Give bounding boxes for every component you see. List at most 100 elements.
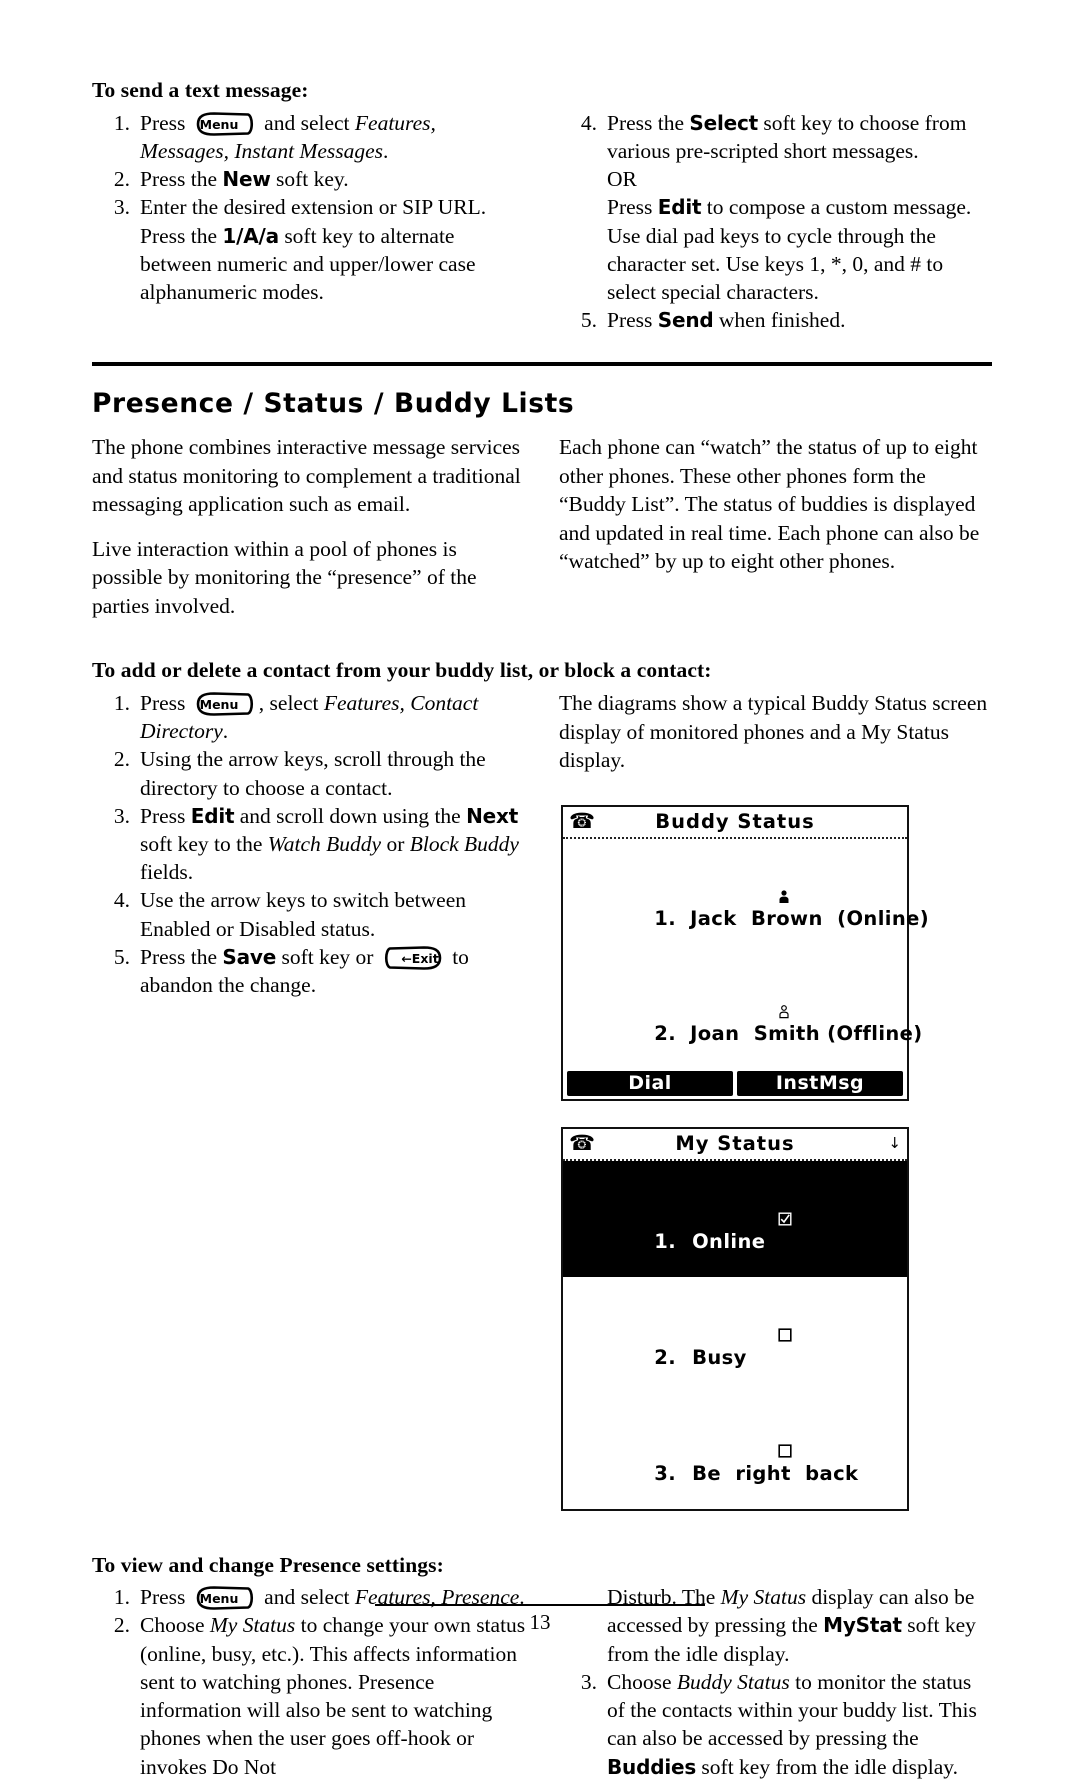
lcd-row-index: 1. (654, 906, 677, 930)
step-text-post: to change your own status (online, busy,… (140, 1613, 526, 1779)
list-item: 2. Press the New soft key. (92, 165, 529, 193)
step-text-italic: Buddy Status (676, 1669, 790, 1694)
softkey-instmsg[interactable]: InstMsg (737, 1070, 903, 1096)
page-title: Presence / Status / Buddy Lists (92, 388, 575, 420)
lcd-title-label: Buddy Status (655, 810, 815, 834)
step-text-mid2: or (381, 832, 410, 857)
paragraph: Each phone can “watch” the status of up … (559, 435, 980, 574)
lcd-list-item[interactable]: 3. Be right back (563, 1393, 907, 1509)
page-footer: 13 (0, 1604, 1080, 1635)
list-item: 3. Press Edit and scroll down using the N… (92, 802, 529, 887)
checkbox-checked-icon (677, 1185, 792, 1226)
step-text-italic-2: Block Buddy (409, 832, 519, 857)
step-text-post: soft key. (270, 167, 349, 192)
softkey-dial[interactable]: Dial (567, 1070, 733, 1096)
list-number: 5. (113, 944, 130, 969)
steps-list-add-delete-contact: 1. Press Menu , select Features, Contact … (92, 689, 529, 999)
list-number: 2. (113, 747, 130, 772)
step-text-pre: Press (140, 110, 191, 135)
column-gutter (529, 433, 559, 620)
svg-text:Menu: Menu (199, 117, 238, 132)
section-presence-settings: To view and change Presence settings: 1.… (92, 1553, 992, 1781)
list-number: 2. (113, 167, 130, 192)
scroll-down-arrow-icon[interactable]: ↓ (888, 1136, 901, 1151)
column-gutter (529, 689, 559, 1511)
left-column: 1. Press Menu and select Features, Messag… (92, 109, 529, 335)
list-item: 2. Using the arrow keys, scroll through t… (92, 745, 529, 801)
paragraph-diagram-intro: The diagrams show a typical Buddy Status… (559, 691, 988, 773)
softkey-label-next: Next (466, 803, 519, 828)
lcd-row-index: 2. (654, 1345, 677, 1369)
step-text-italic: Watch Buddy (267, 832, 382, 857)
steps-list-send-text: 1. Press Menu and select Features, Messag… (92, 109, 529, 306)
list-number: 3. (113, 195, 130, 220)
svg-text:←Exit: ←Exit (401, 951, 438, 966)
step-text-pre: Use the arrow keys to switch between Ena… (140, 888, 466, 941)
paragraph: Live interaction within a pool of phones… (92, 536, 477, 618)
step-text-pre: Press (140, 803, 191, 828)
footer-divider (375, 1604, 705, 1606)
right-column: Each phone can “watch” the status of up … (559, 433, 992, 620)
lcd-list-item[interactable]: 2. Joan Smith (Offline) (563, 954, 922, 1069)
step-text-pre: Press the (140, 944, 223, 969)
checkbox-empty-icon (677, 1301, 792, 1342)
list-number: 5. (580, 308, 597, 333)
lcd-list-item[interactable]: 1. Jack Brown (Online) (563, 839, 929, 954)
step-text-mid: soft key or (276, 944, 379, 969)
list-item: 5. Press Send when finished. (559, 306, 992, 334)
lcd-title-bar: ☎ Buddy Status (563, 807, 907, 839)
document-page: To send a text message: 1. Press Menu and… (0, 0, 1080, 1779)
right-column: The diagrams show a typical Buddy Status… (559, 689, 992, 1511)
section-heading-presence-settings: To view and change Presence settings: (92, 1552, 444, 1577)
exit-key-icon: ←Exit (382, 945, 444, 971)
two-column-layout: 1. Press Menu , select Features, Contact … (92, 689, 992, 1511)
step-text-pre: Press the (140, 167, 223, 192)
list-item: 3. Choose Buddy Status to monitor the sta… (559, 1668, 992, 1781)
step-text-tail: . (383, 138, 389, 163)
lcd-row-index: 3. (654, 1461, 677, 1485)
lcd-title-bar: ☎ My Status ↓ (563, 1129, 907, 1161)
steps-list-send-text-continued: 4. Press the Select soft key to choose fr… (559, 109, 992, 335)
list-number: 1. (113, 691, 130, 716)
step-text-post: , select (258, 691, 324, 716)
lcd-my-status-screen: ☎ My Status ↓ 1. Online 2. Busy 3. Be ri… (561, 1126, 909, 1511)
softkey-label-save: Save (222, 944, 277, 969)
softkey-label-select: Select (689, 110, 759, 135)
lcd-row-index: 1. (654, 1229, 677, 1253)
list-item: 2. Choose My Status to change your own st… (92, 1611, 529, 1780)
list-item: 4. Use the arrow keys to switch between E… (92, 886, 529, 942)
paragraph: The phone combines interactive message s… (92, 435, 521, 517)
softkey-label-alpha-mode: 1/A/a (222, 223, 279, 248)
menu-key-icon: Menu (194, 691, 256, 717)
list-number: 3. (580, 1669, 597, 1694)
softkey-label-edit: Edit (657, 195, 702, 220)
step-text-pre: Choose (607, 1669, 677, 1694)
softkey-label-new: New (222, 167, 271, 192)
section-divider-rule (92, 362, 992, 367)
lcd-list-item-selected[interactable]: 1. Online (563, 1160, 907, 1277)
menu-key-icon: Menu (194, 111, 256, 137)
two-column-layout: 1. Press Menu and select Features, Messag… (92, 109, 992, 335)
softkey-label-edit: Edit (190, 803, 235, 828)
step-text-tail: . (222, 719, 229, 744)
step-text-post: and select (258, 110, 355, 135)
section-heading-send-text-message: To send a text message: (92, 78, 309, 102)
step-text-post: when finished. (713, 308, 846, 333)
list-item: 1. Press Menu , select Features, Contact … (92, 689, 529, 745)
step-text-pre: Press (607, 308, 658, 333)
section-heading-add-delete-contact: To add or delete a contact from your bud… (92, 658, 712, 683)
checkbox-empty-icon (677, 1417, 792, 1458)
list-item: 5. Press the Save soft key or ←Exit to ab… (92, 943, 529, 999)
list-item: 3. Enter the desired extension or SIP URL… (92, 193, 529, 306)
step-text-pre: Press (607, 195, 658, 220)
section-add-delete-contact: To add or delete a contact from your bud… (92, 658, 992, 1511)
two-column-layout: The phone combines interactive message s… (92, 433, 992, 620)
person-filled-icon (677, 863, 789, 903)
column-gutter (529, 109, 559, 335)
lcd-softkey-bar: Dial InstMsg (563, 1068, 907, 1099)
softkey-label-buddies: Buddies (607, 1754, 697, 1779)
lcd-list-item[interactable]: 2. Busy (563, 1277, 907, 1393)
list-number: 3. (113, 803, 130, 828)
lcd-buddy-status-screen: ☎ Buddy Status 1. Jack Brown (Online) 2. (561, 804, 929, 1101)
list-number: 4. (113, 888, 130, 913)
